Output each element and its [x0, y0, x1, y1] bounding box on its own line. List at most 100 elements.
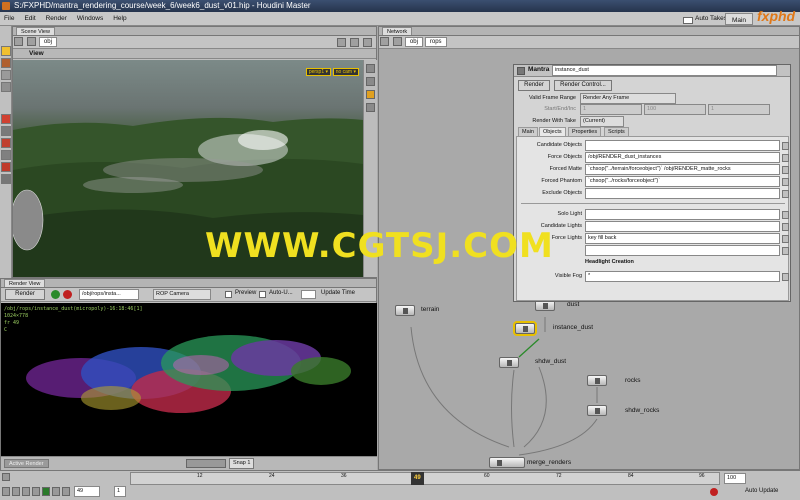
- snap-tool-icon[interactable]: [1, 162, 11, 172]
- light-tool-icon[interactable]: [1, 138, 11, 148]
- persp-menu[interactable]: persp1 ▾: [305, 68, 331, 76]
- back-icon[interactable]: [14, 37, 23, 46]
- visible-fog-picker-icon[interactable]: [782, 273, 789, 281]
- candidate-lights-field[interactable]: [585, 221, 780, 232]
- update-time-slider[interactable]: [301, 290, 316, 299]
- scene-path-field[interactable]: obj: [38, 36, 57, 47]
- exclude-objects-picker-icon[interactable]: [782, 190, 789, 198]
- node-shdw-rocks[interactable]: [587, 405, 607, 416]
- tab-main[interactable]: Main: [518, 127, 538, 136]
- objects-tab-content: Candidate Objects Force Objects /obj/REN…: [516, 136, 789, 301]
- menu-help[interactable]: Help: [109, 12, 130, 26]
- step-forward-icon[interactable]: [52, 487, 60, 496]
- active-render-tab[interactable]: Active Render: [4, 459, 49, 468]
- rop-path-field[interactable]: /obj/rops/insta...: [79, 289, 139, 300]
- camera-tool-icon[interactable]: [1, 150, 11, 160]
- parameter-panel: Mantra instance_dust Render Render Contr…: [513, 64, 791, 302]
- play-reverse-icon[interactable]: [22, 487, 30, 496]
- current-frame-marker[interactable]: 49: [411, 472, 424, 485]
- solo-light-field[interactable]: [585, 209, 780, 220]
- snapshot-slider[interactable]: [186, 459, 226, 468]
- step-field[interactable]: 1: [114, 486, 126, 497]
- solo-light-picker-icon[interactable]: [782, 211, 789, 219]
- force-objects-field[interactable]: /obj/RENDER_dust_instances: [585, 152, 780, 163]
- scale-tool-icon[interactable]: [1, 82, 11, 92]
- update-time-label: Update Time: [321, 290, 356, 296]
- candidate-objects-picker-icon[interactable]: [782, 142, 789, 150]
- exclude-objects-field[interactable]: [585, 188, 780, 199]
- key-icon[interactable]: [710, 488, 718, 496]
- handle-tool-icon[interactable]: [1, 114, 11, 124]
- tab-scene-view[interactable]: Scene View: [16, 27, 55, 35]
- render-go-icon[interactable]: [51, 290, 60, 299]
- inc-frame-field[interactable]: 1: [708, 104, 770, 115]
- forced-matte-picker-icon[interactable]: [782, 166, 789, 174]
- exclude-lights-field[interactable]: [585, 245, 780, 256]
- candidate-objects-field[interactable]: [585, 140, 780, 151]
- render-view-render-button[interactable]: Render: [5, 289, 45, 300]
- timeline-ruler[interactable]: 12 24 36 48 60 72 84 96 49: [130, 472, 720, 485]
- parm-header: Mantra instance_dust: [514, 65, 790, 77]
- forward-icon[interactable]: [26, 37, 36, 46]
- tab-render-view[interactable]: Render View: [4, 279, 46, 287]
- end-frame-field[interactable]: 100: [644, 104, 706, 115]
- render-stop-icon[interactable]: [63, 290, 72, 299]
- desk-selector[interactable]: Main: [725, 13, 753, 25]
- shading-icon[interactable]: [366, 77, 375, 86]
- grid-icon[interactable]: [366, 103, 375, 112]
- menu-windows[interactable]: Windows: [73, 12, 107, 26]
- step-back-icon[interactable]: [12, 487, 20, 496]
- force-lights-picker-icon[interactable]: [782, 235, 789, 243]
- visible-fog-field[interactable]: *: [585, 271, 780, 282]
- node-merge-renders[interactable]: [489, 457, 525, 468]
- jump-end-icon[interactable]: [62, 487, 70, 496]
- frame-field[interactable]: 49: [74, 486, 100, 497]
- auto-update-checkbox[interactable]: [259, 291, 266, 298]
- snapshot-icon[interactable]: [350, 38, 360, 47]
- end-frame-field[interactable]: 100: [724, 473, 746, 484]
- render-image[interactable]: /obj/rops/instance_dust(micropoly)-16:18…: [1, 303, 377, 456]
- rotate-tool-icon[interactable]: [1, 70, 11, 80]
- tab-objects[interactable]: Objects: [539, 127, 566, 136]
- pose-tool-icon[interactable]: [1, 126, 11, 136]
- forced-matte-field[interactable]: `chsop("../terrain/forceobject")` /obj/R…: [585, 164, 780, 175]
- preview-checkbox[interactable]: [225, 291, 232, 298]
- candidate-lights-picker-icon[interactable]: [782, 223, 789, 231]
- force-objects-label: Force Objects: [547, 154, 582, 160]
- view-tool-icon[interactable]: [1, 174, 11, 184]
- parm-render-button[interactable]: Render: [518, 80, 550, 91]
- transform-tool-icon[interactable]: [1, 58, 11, 68]
- force-lights-field[interactable]: key fill back: [585, 233, 780, 244]
- snap-selector[interactable]: Snap 1: [229, 458, 255, 469]
- play-icon[interactable]: [42, 487, 50, 496]
- parm-node-name[interactable]: instance_dust: [552, 65, 777, 76]
- auto-update-mode[interactable]: Auto Update: [745, 488, 778, 494]
- realtime-toggle-icon[interactable]: [2, 473, 10, 481]
- tab-scripts[interactable]: Scripts: [604, 127, 629, 136]
- select-tool-icon[interactable]: [1, 46, 11, 56]
- display-toggle-icon[interactable]: [366, 64, 375, 73]
- exclude-lights-picker-icon[interactable]: [782, 247, 789, 255]
- menu-edit[interactable]: Edit: [20, 12, 39, 26]
- pane-menu-icon[interactable]: [363, 38, 372, 47]
- parm-render-control-button[interactable]: Render Control...: [554, 80, 612, 91]
- display-options-icon[interactable]: [337, 38, 347, 47]
- node-instance-dust[interactable]: [515, 323, 535, 334]
- tab-properties[interactable]: Properties: [568, 127, 602, 136]
- light-display-icon[interactable]: [366, 90, 375, 99]
- stop-icon[interactable]: [32, 487, 40, 496]
- force-objects-picker-icon[interactable]: [782, 154, 789, 162]
- start-frame-field[interactable]: 1: [580, 104, 642, 115]
- forced-phantom-picker-icon[interactable]: [782, 178, 789, 186]
- render-with-take-menu[interactable]: (Current): [580, 116, 624, 127]
- node-shdw-dust[interactable]: [499, 357, 519, 368]
- forced-phantom-field[interactable]: `chsop("../rocks/forceobject")`: [585, 176, 780, 187]
- node-terrain[interactable]: [395, 305, 415, 316]
- camera-menu[interactable]: no cam ▾: [332, 68, 359, 76]
- menu-render[interactable]: Render: [42, 12, 71, 26]
- valid-frame-range-menu[interactable]: Render Any Frame: [580, 93, 676, 104]
- menu-file[interactable]: File: [0, 12, 18, 26]
- camera-select[interactable]: ROP Camera: [153, 289, 211, 300]
- node-rocks[interactable]: [587, 375, 607, 386]
- jump-start-icon[interactable]: [2, 487, 10, 496]
